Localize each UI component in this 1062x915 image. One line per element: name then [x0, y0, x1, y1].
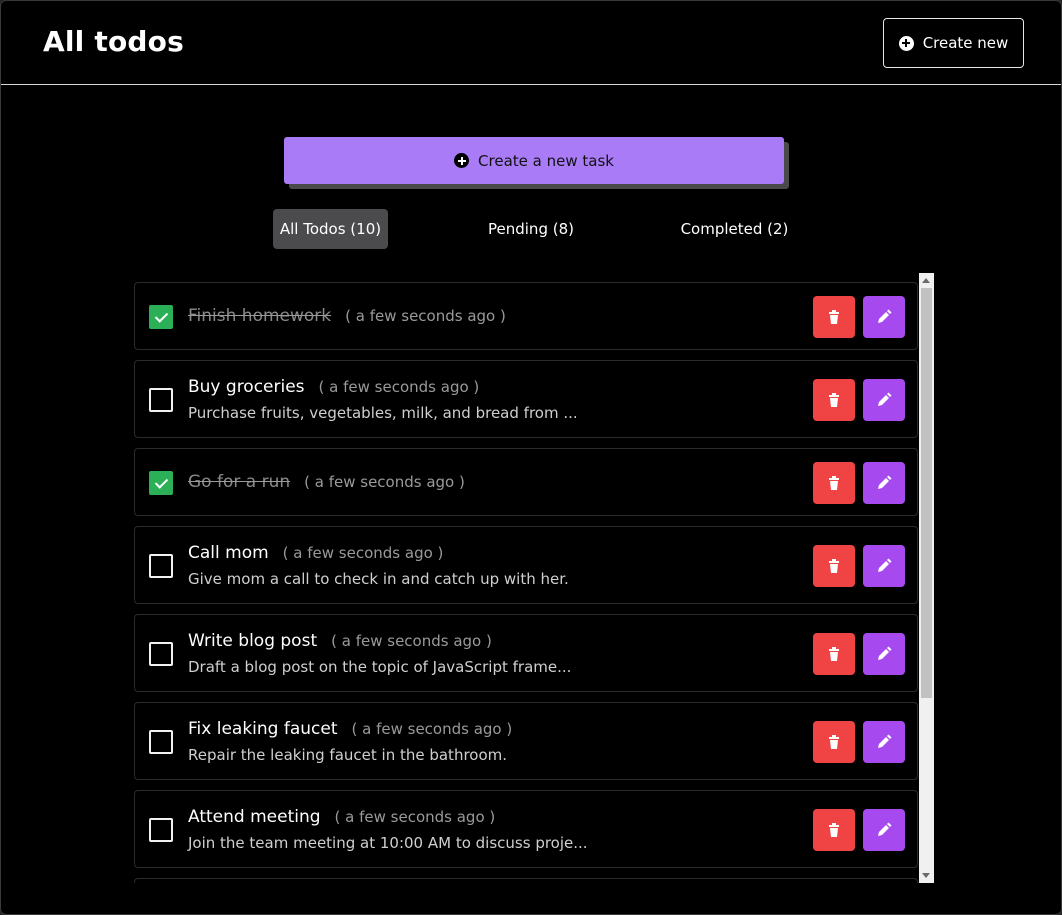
todo-title-text: Go for a run: [188, 472, 291, 492]
todo-checkbox[interactable]: [149, 642, 173, 666]
todo-checkbox[interactable]: [149, 554, 173, 578]
scroll-down-arrow-icon[interactable]: [922, 873, 930, 878]
edit-button[interactable]: [863, 296, 905, 338]
delete-button[interactable]: [813, 379, 855, 421]
todo-timestamp: ( a few seconds ago ): [318, 378, 480, 396]
todo-checkbox[interactable]: [149, 305, 173, 329]
todo-title-text: Finish homework: [188, 306, 332, 326]
tab-pending[interactable]: Pending (8): [473, 209, 589, 249]
scrollbar-thumb[interactable]: [921, 288, 932, 698]
pencil-icon: [878, 734, 892, 748]
edit-button[interactable]: [863, 809, 905, 851]
todo-description: Join the team meeting at 10:00 AM to dis…: [188, 834, 588, 852]
pencil-icon: [878, 646, 892, 660]
todo-title: Fix leaking faucet ( a few seconds ago ): [188, 719, 512, 739]
todo-description: Repair the leaking faucet in the bathroo…: [188, 746, 508, 764]
todo-title: Write blog post ( a few seconds ago ): [188, 631, 492, 651]
page-title: All todos: [43, 25, 184, 58]
todo-item: Buy groceries ( a few seconds ago ) Purch…: [134, 360, 918, 438]
todo-title: Buy groceries ( a few seconds ago ): [188, 377, 479, 397]
delete-button[interactable]: [813, 545, 855, 587]
trash-icon: [829, 393, 839, 407]
trash-icon: [829, 310, 839, 324]
pencil-icon: [878, 309, 892, 323]
todo-timestamp: ( a few seconds ago ): [331, 632, 492, 650]
todo-checkbox[interactable]: [149, 730, 173, 754]
delete-button[interactable]: [813, 721, 855, 763]
create-new-button[interactable]: Create new: [883, 18, 1024, 68]
todo-title: Go for a run ( a few seconds ago ): [188, 472, 465, 492]
todo-timestamp: ( a few seconds ago ): [351, 720, 513, 738]
pencil-icon: [878, 392, 892, 406]
todo-checkbox[interactable]: [149, 471, 173, 495]
todo-item: Finish homework ( a few seconds ago ): [134, 282, 918, 350]
create-new-label: Create new: [922, 34, 1009, 52]
edit-button[interactable]: [863, 721, 905, 763]
scrollbar[interactable]: [919, 273, 934, 883]
plus-circle-icon: [898, 35, 914, 51]
trash-icon: [829, 559, 839, 573]
todo-title: Finish homework ( a few seconds ago ): [188, 306, 506, 326]
todo-checkbox[interactable]: [149, 388, 173, 412]
tab-completed[interactable]: Completed (2): [669, 209, 800, 249]
todo-timestamp: ( a few seconds ago ): [304, 473, 465, 491]
header: All todos Create new: [1, 1, 1061, 85]
todo-description: Purchase fruits, vegetables, milk, and b…: [188, 404, 578, 422]
pencil-icon: [878, 558, 892, 572]
edit-button[interactable]: [863, 633, 905, 675]
todo-title-text: Fix leaking faucet: [188, 719, 338, 739]
todo-title-text: Write blog post: [188, 631, 318, 651]
edit-button[interactable]: [863, 379, 905, 421]
trash-icon: [829, 823, 839, 837]
delete-button[interactable]: [813, 296, 855, 338]
pencil-icon: [878, 475, 892, 489]
todo-title: Call mom ( a few seconds ago ): [188, 543, 443, 563]
todo-timestamp: ( a few seconds ago ): [334, 808, 496, 826]
todo-title-text: Call mom: [188, 543, 269, 563]
todo-title-text: Attend meeting: [188, 807, 321, 827]
create-task-label: Create a new task: [478, 151, 614, 170]
todo-description: Give mom a call to check in and catch up…: [188, 570, 569, 588]
todo-title-text: Buy groceries: [188, 377, 305, 397]
todo-item: Fix leaking faucet( a few seconds ago ) …: [134, 702, 918, 780]
todo-title: Attend meeting ( a few seconds ago ): [188, 807, 495, 827]
pencil-icon: [878, 822, 892, 836]
todo-checkbox[interactable]: [149, 818, 173, 842]
plus-circle-icon: [454, 153, 470, 168]
todo-timestamp: ( a few seconds ago ): [282, 544, 444, 562]
create-task-container: Create a new task: [284, 137, 789, 189]
todo-timestamp: ( a few seconds ago ): [345, 307, 506, 325]
app-window: All todos Create new Create a new task A…: [0, 0, 1062, 915]
todo-item-partial: [134, 878, 918, 883]
todo-list: Finish homework ( a few seconds ago ) Buy…: [134, 273, 934, 883]
delete-button[interactable]: [813, 633, 855, 675]
trash-icon: [829, 735, 839, 749]
todo-item: Attend meeting ( a few seconds ago ) Join…: [134, 790, 918, 868]
tab-all-todos[interactable]: All Todos (10): [273, 209, 388, 249]
todo-description: Draft a blog post on the topic of JavaSc…: [188, 658, 572, 676]
scroll-up-arrow-icon[interactable]: [922, 278, 930, 283]
create-task-button[interactable]: Create a new task: [284, 137, 784, 184]
todo-item: Call mom ( a few seconds ago ) Give mom a…: [134, 526, 918, 604]
trash-icon: [829, 647, 839, 661]
delete-button[interactable]: [813, 462, 855, 504]
todo-item: Go for a run ( a few seconds ago ): [134, 448, 918, 516]
delete-button[interactable]: [813, 809, 855, 851]
trash-icon: [829, 476, 839, 490]
edit-button[interactable]: [863, 545, 905, 587]
edit-button[interactable]: [863, 462, 905, 504]
todo-item: Write blog post ( a few seconds ago ) Dra…: [134, 614, 918, 692]
